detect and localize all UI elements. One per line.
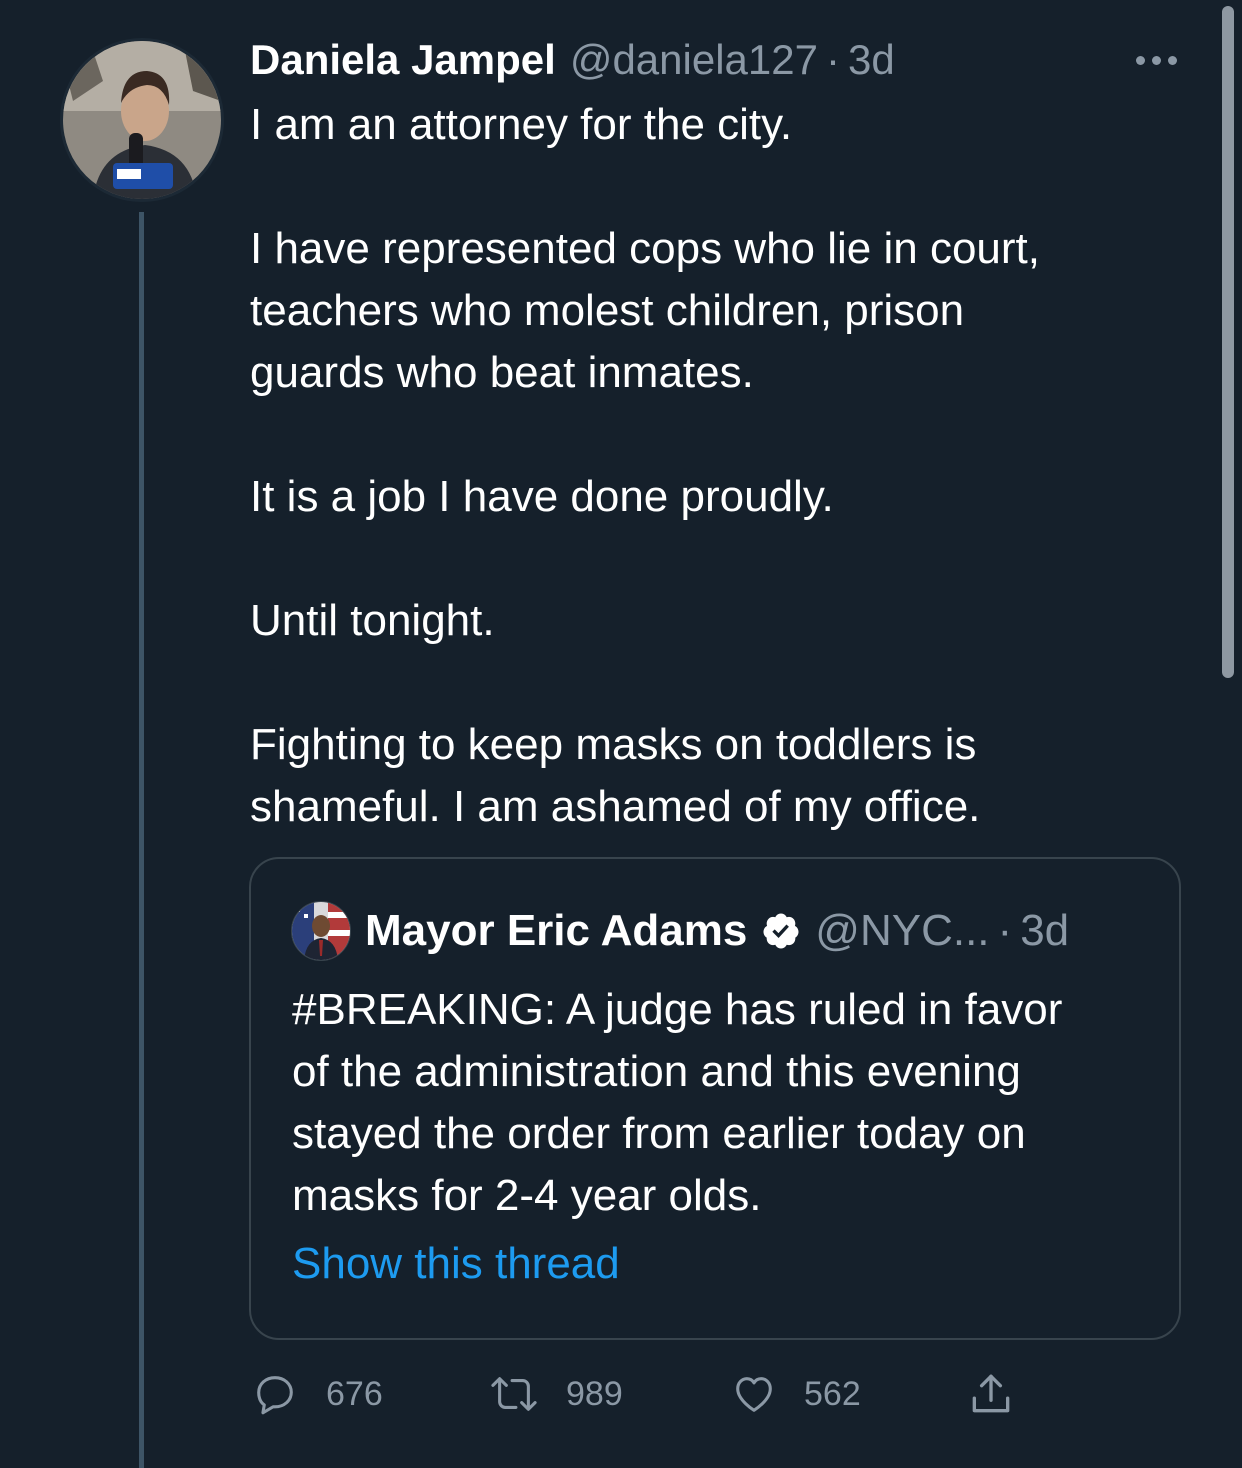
time-separator: · xyxy=(997,906,1013,955)
scrollbar-thumb[interactable] xyxy=(1222,6,1234,678)
tweet-text-line: It is a job I have done proudly. xyxy=(250,472,834,521)
tweet-text-line: guards who beat inmates. xyxy=(250,348,754,397)
tweet-header: Daniela Jampel @daniela127 · 3d xyxy=(250,32,895,88)
tweet-text-line: teachers who molest children, prison xyxy=(250,286,965,335)
like-count: 562 xyxy=(804,1374,861,1413)
quoted-tweet-text: #BREAKING: A judge has ruled in favor of… xyxy=(292,979,1152,1227)
tweet-text-line: I am an attorney for the city. xyxy=(250,100,793,149)
tweet-text-line: Fighting to keep masks on toddlers is xyxy=(250,720,977,769)
quoted-text-line: stayed the order from earlier today on xyxy=(292,1109,1026,1158)
retweet-button[interactable]: 989 xyxy=(486,1366,623,1422)
quoted-author-handle[interactable]: @NYC... xyxy=(815,906,989,956)
show-thread-link[interactable]: Show this thread xyxy=(292,1239,620,1289)
more-horizontal-icon xyxy=(1135,55,1177,65)
avatar[interactable] xyxy=(60,38,224,202)
share-button[interactable] xyxy=(966,1366,1016,1422)
tweet-text-line: Until tonight. xyxy=(250,596,495,645)
tweet-text: I am an attorney for the city. I have re… xyxy=(250,94,1170,838)
tweet-text-line: I have represented cops who lie in court… xyxy=(250,224,1041,273)
reply-icon xyxy=(252,1371,298,1417)
heart-icon xyxy=(730,1371,778,1417)
more-options-button[interactable] xyxy=(1128,46,1184,74)
quoted-tweet-card[interactable]: Mayor Eric Adams @NYC... · 3d #BREAKING:… xyxy=(249,857,1181,1340)
like-button[interactable]: 562 xyxy=(730,1366,861,1422)
quoted-tweet-timestamp[interactable]: 3d xyxy=(1020,906,1069,956)
quoted-author-avatar[interactable] xyxy=(291,901,351,961)
quoted-text-line: of the administration and this evening xyxy=(292,1047,1021,1096)
reply-count: 676 xyxy=(326,1374,383,1413)
quoted-author-display-name[interactable]: Mayor Eric Adams xyxy=(365,906,747,956)
author-display-name[interactable]: Daniela Jampel xyxy=(250,36,556,84)
time-separator: · xyxy=(825,36,840,83)
tweet-timestamp[interactable]: 3d xyxy=(848,36,895,84)
verified-badge-icon xyxy=(761,911,801,951)
reply-button[interactable]: 676 xyxy=(252,1366,383,1422)
share-icon xyxy=(966,1368,1016,1420)
retweet-count: 989 xyxy=(566,1374,623,1413)
thread-connector-line xyxy=(139,212,144,1468)
tweet-actions: 676 989 562 xyxy=(250,1366,1050,1422)
retweet-icon xyxy=(486,1371,542,1417)
quoted-text-line: masks for 2-4 year olds. xyxy=(292,1171,762,1220)
quoted-text-line: #BREAKING: A judge has ruled in favor xyxy=(292,985,1063,1034)
quoted-tweet-header: Mayor Eric Adams @NYC... · 3d xyxy=(291,901,1069,961)
tweet-text-line: shameful. I am ashamed of my office. xyxy=(250,782,981,831)
author-handle[interactable]: @daniela127 xyxy=(570,36,818,84)
